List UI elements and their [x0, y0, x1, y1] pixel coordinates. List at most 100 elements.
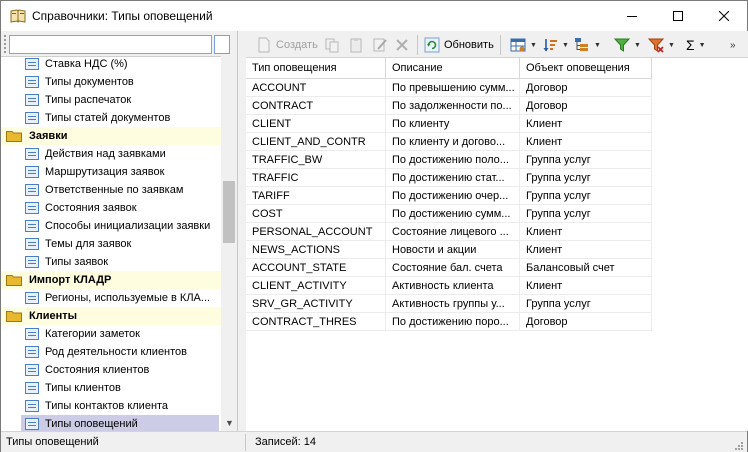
- totals-button[interactable]: Σ ▼: [686, 35, 706, 55]
- tree-group[interactable]: Клиенты: [1, 307, 221, 325]
- cell-type: TRAFFIC_BW: [246, 151, 386, 169]
- table-row[interactable]: TRAFFIC_BW По достижению поло... Группа ус…: [246, 151, 652, 169]
- toolbar-overflow-button[interactable]: »: [730, 35, 736, 55]
- table-row[interactable]: TARIFF По достижению очер... Группа услуг: [246, 187, 652, 205]
- pane-splitter[interactable]: [238, 31, 246, 431]
- tree-item[interactable]: Действия над заявками: [1, 145, 221, 163]
- tree-item[interactable]: Типы контактов клиента: [1, 397, 221, 415]
- cell-description: По достижению поло...: [386, 151, 520, 169]
- tree-item[interactable]: Способы инициализации заявки: [1, 217, 221, 235]
- cell-object: Группа услуг: [520, 151, 652, 169]
- search-options-button[interactable]: [214, 35, 230, 54]
- edit-icon: [373, 38, 387, 52]
- create-button[interactable]: Создать: [256, 35, 318, 55]
- clear-filter-button[interactable]: ▼: [648, 35, 675, 55]
- folder-icon: [6, 311, 22, 322]
- tree-item[interactable]: Состояния заявок: [1, 199, 221, 217]
- cell-type: CONTRACT: [246, 97, 386, 115]
- paste-button[interactable]: [348, 35, 364, 55]
- tree-item[interactable]: Типы оповещений: [1, 415, 221, 431]
- tree-scrollbar[interactable]: [221, 55, 237, 431]
- tree-item[interactable]: Типы статей документов: [1, 109, 221, 127]
- cell-object: Группа услуг: [520, 295, 652, 313]
- cell-description: По клиенту и догово...: [386, 133, 520, 151]
- toolbar-grip[interactable]: [4, 35, 7, 53]
- tree-group-icon: [575, 38, 588, 51]
- sort-button[interactable]: ▼: [542, 35, 569, 55]
- tree-item[interactable]: Маршрутизация заявок: [1, 163, 221, 181]
- table-row[interactable]: CLIENT По клиенту Клиент: [246, 115, 652, 133]
- table-row[interactable]: CLIENT_ACTIVITY Активность клиента Клиент: [246, 277, 652, 295]
- tree-item[interactable]: Типы документов: [1, 73, 221, 91]
- tree-item[interactable]: Категории заметок: [1, 325, 221, 343]
- cell-description: По клиенту: [386, 115, 520, 133]
- tree-item[interactable]: Состояния клиентов: [1, 361, 221, 379]
- tree-item-label: Ответственные по заявкам: [45, 184, 184, 196]
- table-row[interactable]: SRV_GR_ACTIVITY Активность группы у... Гру…: [246, 295, 652, 313]
- chevron-down-icon: ▼: [634, 41, 641, 49]
- refresh-button[interactable]: Обновить: [424, 35, 494, 55]
- copy-icon: [325, 38, 339, 53]
- close-icon: [719, 11, 729, 21]
- cell-object: Группа услуг: [520, 169, 652, 187]
- directory-list-icon: [25, 220, 39, 232]
- cell-description: Активность клиента: [386, 277, 520, 295]
- maximize-button[interactable]: [655, 1, 701, 31]
- cell-object: Договор: [520, 79, 652, 97]
- refresh-label: Обновить: [444, 39, 494, 51]
- directory-tree-pane: Ставка НДС (%) Типы документов Типы распеч…: [1, 31, 238, 431]
- tree-item-label: Типы клиентов: [45, 382, 121, 394]
- directory-list-icon: [25, 238, 39, 250]
- tree-item-label: Состояния заявок: [45, 202, 137, 214]
- grid-settings-button[interactable]: ▼: [510, 35, 537, 55]
- tree-item[interactable]: Типы распечаток: [1, 91, 221, 109]
- table-row[interactable]: PERSONAL_ACCOUNT Состояние лицевого ... Кл…: [246, 223, 652, 241]
- tree-item[interactable]: Темы для заявок: [1, 235, 221, 253]
- tree-item-label: Типы статей документов: [45, 112, 171, 124]
- tree-scrollbar-thumb[interactable]: [223, 181, 235, 243]
- edit-button[interactable]: [372, 35, 388, 55]
- cell-description: По достижению очер...: [386, 187, 520, 205]
- minimize-button[interactable]: [609, 1, 655, 31]
- chevron-down-icon: ▼: [562, 41, 569, 49]
- tree-item[interactable]: Ставка НДС (%): [1, 55, 221, 73]
- cell-description: По достижению поро...: [386, 313, 520, 331]
- table-row[interactable]: TRAFFIC По достижению стат... Группа услуг: [246, 169, 652, 187]
- tree-item[interactable]: Типы клиентов: [1, 379, 221, 397]
- copy-button[interactable]: [324, 35, 340, 55]
- tree-group[interactable]: Заявки: [1, 127, 221, 145]
- tree-item[interactable]: Регионы, используемые в КЛА...: [1, 289, 221, 307]
- search-bar: [1, 31, 237, 57]
- tree-group[interactable]: Импорт КЛАДР: [1, 271, 221, 289]
- column-header-object[interactable]: Объект оповещения: [520, 58, 652, 79]
- cell-description: Состояние лицевого ...: [386, 223, 520, 241]
- tree-item[interactable]: Типы заявок: [1, 253, 221, 271]
- table-row[interactable]: COST По достижению сумм... Группа услуг: [246, 205, 652, 223]
- table-row[interactable]: CLIENT_AND_CONTR По клиенту и догово... Кл…: [246, 133, 652, 151]
- folder-icon: [6, 131, 22, 142]
- table-row[interactable]: CONTRACT По задолженности по... Договор: [246, 97, 652, 115]
- column-header-description[interactable]: Описание: [386, 58, 520, 79]
- scroll-down-arrow-icon[interactable]: ▼: [225, 418, 234, 428]
- status-divider: [245, 434, 246, 451]
- table-row[interactable]: ACCOUNT_STATE Состояние бал. счета Балансо…: [246, 259, 652, 277]
- search-input[interactable]: [9, 35, 212, 54]
- tree-item-label: Способы инициализации заявки: [45, 220, 211, 232]
- close-button[interactable]: [701, 1, 747, 31]
- column-header-type[interactable]: Тип оповещения: [246, 58, 386, 79]
- table-row[interactable]: NEWS_ACTIONS Новости и акции Клиент: [246, 241, 652, 259]
- tree-item[interactable]: Ответственные по заявкам: [1, 181, 221, 199]
- cell-description: Новости и акции: [386, 241, 520, 259]
- tree-item-label: Регионы, используемые в КЛА...: [45, 292, 211, 304]
- main-window: Справочники: Типы оповещений Ставка НДС …: [0, 0, 748, 452]
- group-button[interactable]: ▼: [574, 35, 601, 55]
- tree-item[interactable]: Род деятельности клиентов: [1, 343, 221, 361]
- table-row[interactable]: ACCOUNT По превышению сумм... Договор: [246, 79, 652, 97]
- delete-button[interactable]: [394, 35, 410, 55]
- filter-button[interactable]: ▼: [614, 35, 641, 55]
- tree-item-label: Клиенты: [29, 310, 78, 322]
- resize-grip-icon[interactable]: [733, 440, 743, 450]
- window-title: Справочники: Типы оповещений: [32, 9, 213, 23]
- table-row[interactable]: CONTRACT_THRES По достижению поро... Догов…: [246, 313, 652, 331]
- cell-object: Договор: [520, 313, 652, 331]
